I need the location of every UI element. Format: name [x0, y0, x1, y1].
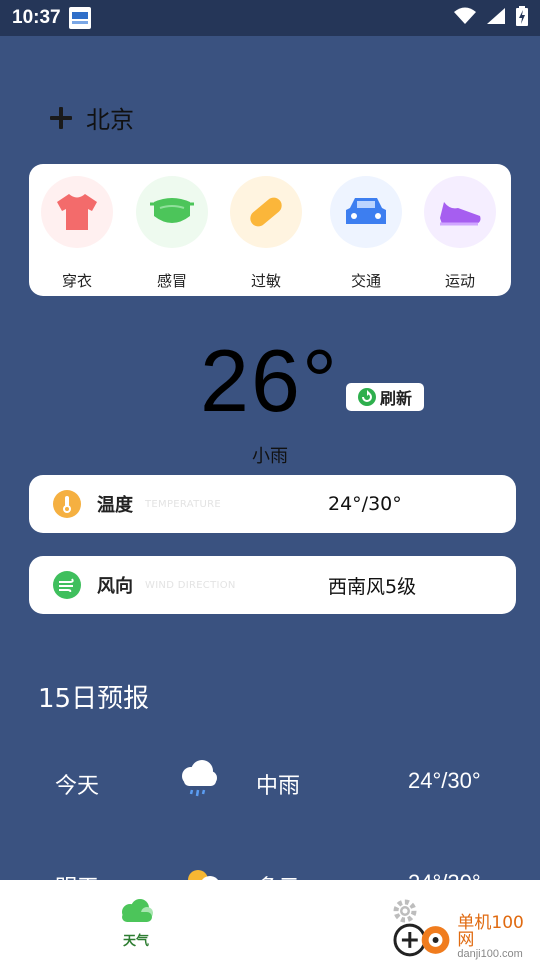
wind-icon: [53, 571, 81, 599]
temperature-range: 24°/30°: [328, 493, 402, 515]
refresh-icon: [357, 388, 376, 406]
index-label: 穿衣: [61, 272, 92, 290]
temperature-info-card: 温度 TEMPERATURE 24°/30°: [29, 475, 516, 533]
nav-tab-weather-label: 天气: [122, 934, 149, 949]
watermark-title: 单机100网: [457, 913, 524, 950]
index-icon-bg: [41, 176, 113, 248]
mask-icon: [150, 198, 194, 223]
add-city-icon[interactable]: [50, 106, 72, 129]
index-item-cold[interactable]: 感冒: [135, 176, 209, 291]
index-item-sport[interactable]: 运动: [423, 176, 497, 291]
city-name: 北京: [86, 106, 134, 134]
nav-tab-weather[interactable]: 天气: [118, 898, 154, 949]
index-label: 运动: [444, 272, 475, 290]
sneaker-icon: [440, 202, 481, 226]
app-notification-icon: [68, 7, 91, 29]
index-item-allergy[interactable]: 过敏: [229, 176, 303, 291]
cloud-icon: [122, 899, 153, 922]
forecast-desc: 中雨: [256, 774, 301, 799]
refresh-button[interactable]: 刷新: [346, 383, 424, 411]
current-condition: 小雨: [252, 446, 288, 467]
forecast-title: 15日预报: [38, 684, 150, 714]
signal-icon: [486, 7, 506, 29]
temperature-subtitle: TEMPERATURE: [145, 498, 222, 510]
battery-icon: [516, 6, 528, 30]
rain-cloud-icon: [176, 756, 220, 804]
pill-icon: [250, 197, 282, 227]
wifi-icon: [454, 7, 476, 29]
city-selector[interactable]: 北京: [50, 100, 134, 135]
index-item-traffic[interactable]: 交通: [329, 176, 403, 291]
car-icon: [346, 198, 386, 224]
life-index-card: 穿衣 感冒 过敏 交通 运动: [29, 164, 511, 296]
watermark: 单机100网 danji100.com: [392, 915, 540, 960]
status-time: 10:37: [12, 7, 61, 28]
current-temperature: 26°: [200, 331, 340, 430]
thermometer-icon: [53, 490, 81, 518]
watermark-url: danji100.com: [457, 948, 523, 960]
status-bar: 10:37: [0, 0, 540, 36]
refresh-label: 刷新: [379, 389, 412, 408]
wind-title: 风向: [97, 576, 133, 597]
wind-info-card: 风向 WIND DIRECTION 西南风5级: [29, 556, 516, 614]
shirt-icon: [57, 194, 97, 230]
forecast-day: 今天: [55, 774, 100, 799]
forecast-row[interactable]: 今天 中雨 24°/30°: [0, 756, 540, 806]
index-label: 过敏: [250, 272, 281, 290]
temperature-title: 温度: [97, 495, 133, 516]
watermark-logo-icon: [393, 923, 450, 956]
index-label: 交通: [350, 272, 381, 290]
wind-subtitle: WIND DIRECTION: [145, 579, 236, 591]
index-label: 感冒: [156, 272, 187, 290]
wind-value: 西南风5级: [328, 575, 417, 598]
index-item-clothing[interactable]: 穿衣: [40, 176, 114, 291]
forecast-temp: 24°/30°: [408, 768, 481, 793]
